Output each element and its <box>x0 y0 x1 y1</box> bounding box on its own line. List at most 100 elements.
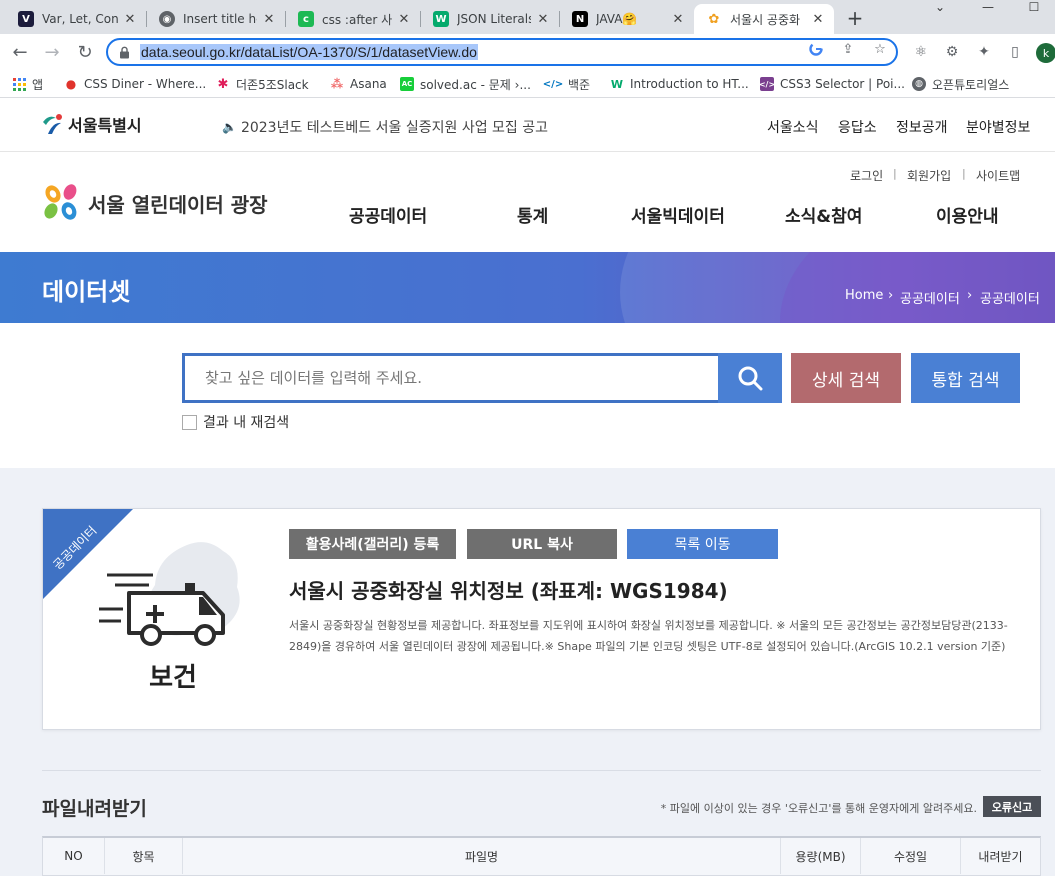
close-icon[interactable]: ✕ <box>535 11 551 27</box>
browser-tab-strip: V Var, Let, Cons ✕ ◉ Insert title he ✕ c… <box>0 0 1055 34</box>
browser-tab[interactable]: c css :after 사용 ✕ <box>286 4 420 34</box>
login-link[interactable]: 로그인 <box>850 167 883 184</box>
copy-url-button[interactable]: URL 복사 <box>467 529 617 559</box>
close-icon[interactable]: ✕ <box>670 11 686 27</box>
topnav-link[interactable]: 응답소 <box>838 117 877 137</box>
tab-title: Insert title he <box>183 12 257 26</box>
detail-search-button[interactable]: 상세 검색 <box>791 353 901 403</box>
bookmark-label: 백준 <box>568 77 591 92</box>
solvedac-icon: AC <box>400 77 414 91</box>
file-table-header: NO 항목 파일명 용량(MB) 수정일 내려받기 <box>42 836 1041 876</box>
notice-text: 2023년도 테스트베드 서울 실증지원 사업 모집 공고 <box>240 120 549 136</box>
bookmark-item[interactable]: </> 백준 <box>543 76 591 92</box>
puzzle-extensions-icon[interactable]: ✦ <box>975 43 993 61</box>
share-icon[interactable]: ⇪ <box>840 41 856 57</box>
close-icon[interactable]: ✕ <box>810 11 826 27</box>
topnav-link[interactable]: 정보공개 <box>896 117 948 137</box>
extension-react-icon[interactable]: ⚛ <box>912 43 930 61</box>
star-bookmark-icon[interactable]: ☆ <box>872 41 888 57</box>
apps-grid-icon <box>12 77 26 91</box>
bookmark-item[interactable]: ● CSS Diner - Where... <box>64 76 206 92</box>
search-input[interactable] <box>205 369 685 387</box>
dataset-title: 서울시 공중화장실 위치정보 (좌표계: WGS1984) <box>289 579 728 603</box>
speaker-icon: 🔈 <box>222 120 237 134</box>
extension-gear-icon[interactable]: ⚙ <box>943 43 961 61</box>
gnb-item[interactable]: 이용안내 <box>936 202 999 227</box>
bookmark-item[interactable]: 앱 <box>12 76 43 92</box>
seoul-logo-icon <box>43 114 62 134</box>
close-icon[interactable]: ✕ <box>122 11 138 27</box>
w3schools-icon: W <box>610 77 624 91</box>
breadcrumb-home[interactable]: Home <box>845 288 883 303</box>
gnb-item[interactable]: 소식&참여 <box>785 202 862 227</box>
column-header: 내려받기 <box>978 849 1023 864</box>
tab-favicon-icon: W <box>433 11 449 27</box>
research-checkbox[interactable] <box>182 414 197 430</box>
browser-tab[interactable]: V Var, Let, Cons ✕ <box>6 4 146 34</box>
browser-tab[interactable]: N JAVA🤗 ✕ <box>560 4 694 34</box>
bookmark-label: Asana <box>350 77 387 91</box>
bookmark-label: CSS3 Selector | Poi... <box>780 77 905 91</box>
seoul-topbar: 서울특별시 🔈 2023년도 테스트베드 서울 실증지원 사업 모집 공고 서울… <box>0 98 1055 152</box>
open-data-brand[interactable]: 서울 열린데이터 광장 <box>40 182 268 224</box>
sitemap-link[interactable]: 사이트맵 <box>976 167 1020 184</box>
browser-tab[interactable]: ◉ Insert title he ✕ <box>147 4 285 34</box>
gnb-item[interactable]: 통계 <box>517 202 548 227</box>
column-header: 용량(MB) <box>781 838 861 874</box>
chevron-down-icon[interactable]: ⌄ <box>932 0 948 14</box>
bookmark-label: 더존5조Slack <box>236 77 309 92</box>
notice-ticker[interactable]: 🔈 2023년도 테스트베드 서울 실증지원 사업 모집 공고 <box>222 117 548 137</box>
browser-tab[interactable]: W JSON Literals ✕ <box>421 4 559 34</box>
register-gallery-button[interactable]: 활용사례(갤러리) 등록 <box>289 529 456 559</box>
integrated-search-button[interactable]: 통합 검색 <box>911 353 1020 403</box>
bookmark-label: 앱 <box>32 77 44 92</box>
topnav-link[interactable]: 분야별정보 <box>966 117 1030 137</box>
maximize-icon[interactable]: ☐ <box>1027 0 1041 14</box>
back-arrow-icon[interactable]: ← <box>8 40 32 64</box>
close-icon[interactable]: ✕ <box>261 11 277 27</box>
search-section: 상세 검색 통합 검색 결과 내 재검색 <box>0 323 1055 468</box>
new-tab-icon[interactable]: + <box>843 6 867 30</box>
bookmark-label: Introduction to HT... <box>630 77 749 91</box>
go-to-list-button[interactable]: 목록 이동 <box>627 529 778 559</box>
research-within-results[interactable]: 결과 내 재검색 <box>182 412 289 432</box>
bookmark-item[interactable]: ✱ 더존5조Slack <box>216 76 309 92</box>
dataset-card: 공공데이터 보건 활용사례(갤러리) 등록 URL 복사 목록 이동 서울시 공… <box>42 508 1041 730</box>
download-section-title: 파일내려받기 <box>42 798 147 820</box>
bookmark-label: CSS Diner - Where... <box>84 77 207 91</box>
minimize-icon[interactable]: — <box>980 0 996 14</box>
bookmark-item[interactable]: ⁂ Asana <box>330 76 387 92</box>
section-divider <box>42 770 1041 771</box>
browser-tab-active[interactable]: ✿ 서울시 공중화 ✕ <box>694 4 834 34</box>
sidepanel-icon[interactable]: ▯ <box>1006 43 1024 61</box>
lock-icon[interactable] <box>118 45 130 59</box>
bookmark-item[interactable]: W Introduction to HT... <box>610 76 749 92</box>
error-report-button[interactable]: 오류신고 <box>983 796 1041 817</box>
gnb-item[interactable]: 공공데이터 <box>349 202 427 227</box>
tab-title: JSON Literals <box>457 12 531 26</box>
breadcrumb-item[interactable]: 공공데이터 <box>900 288 960 307</box>
bookmark-item[interactable]: AC solved.ac - 문제 ›... <box>400 76 531 92</box>
tab-title: css :after 사용 <box>322 12 392 27</box>
util-separator: | <box>893 167 897 180</box>
signup-link[interactable]: 회원가입 <box>907 167 951 184</box>
tab-title: JAVA🤗 <box>596 12 638 26</box>
seoul-city-logo[interactable]: 서울특별시 <box>40 112 142 136</box>
bookmark-label: solved.ac - 문제 ›... <box>420 77 531 92</box>
search-button[interactable] <box>718 353 782 403</box>
tab-title: Var, Let, Cons <box>42 12 118 26</box>
bookmark-item[interactable]: ◍ 오픈튜토리얼스 <box>912 76 1009 92</box>
google-icon[interactable] <box>808 41 824 57</box>
url-text[interactable]: data.seoul.go.kr/dataList/OA-1370/S/1/da… <box>140 44 478 60</box>
bookmarks-bar: 앱 ● CSS Diner - Where... ✱ 더존5조Slack ⁂ A… <box>0 70 1055 98</box>
reload-icon[interactable]: ↻ <box>73 40 97 64</box>
forward-arrow-icon[interactable]: → <box>40 40 64 64</box>
close-icon[interactable]: ✕ <box>396 11 412 27</box>
profile-avatar[interactable]: k <box>1036 43 1055 63</box>
gnb-item[interactable]: 서울빅데이터 <box>631 202 725 227</box>
search-box <box>182 353 718 403</box>
breadcrumb-item[interactable]: 공공데이터 <box>980 288 1040 307</box>
url-omnibox[interactable]: data.seoul.go.kr/dataList/OA-1370/S/1/da… <box>106 38 898 66</box>
topnav-link[interactable]: 서울소식 <box>767 117 819 137</box>
bookmark-item[interactable]: </> CSS3 Selector | Poi... <box>759 76 905 92</box>
